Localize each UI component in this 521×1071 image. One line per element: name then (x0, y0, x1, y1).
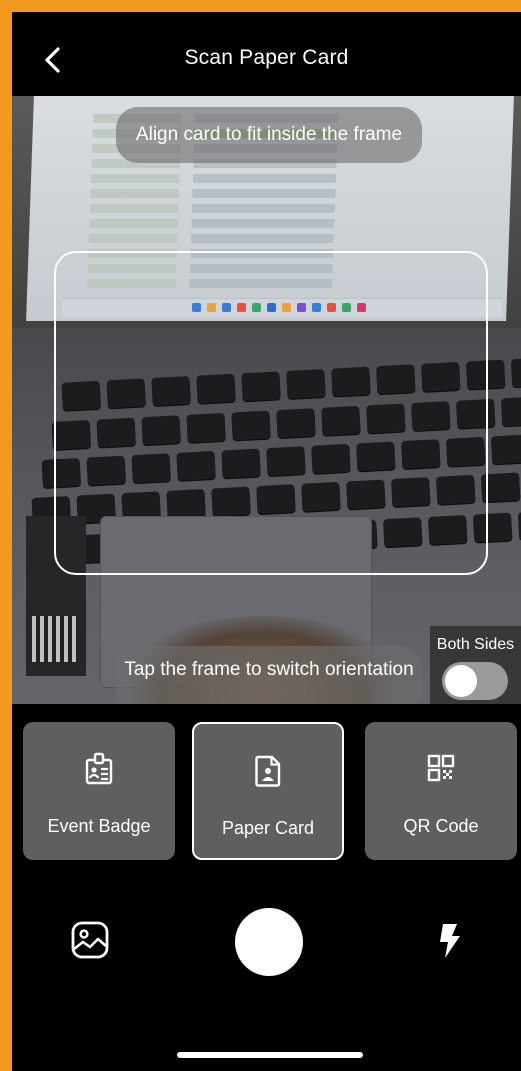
flash-button[interactable] (437, 922, 463, 960)
scan-mode-selector: Event Badge Paper Card QR Code (12, 704, 521, 884)
camera-preview: Align card to fit inside the frame Tap t… (12, 96, 521, 704)
align-hint: Align card to fit inside the frame (116, 107, 422, 163)
both-sides-control: Both Sides (430, 626, 521, 704)
header: Scan Paper Card (12, 12, 521, 96)
mode-event-badge[interactable]: Event Badge (23, 722, 175, 860)
mode-label: QR Code (403, 816, 479, 836)
mode-label: Paper Card (221, 818, 315, 838)
both-sides-toggle[interactable] (442, 662, 508, 700)
badge-icon (85, 752, 113, 785)
both-sides-label: Both Sides (436, 636, 515, 653)
paper-card-icon (255, 755, 281, 787)
mode-qr-code[interactable]: QR Code (365, 722, 517, 860)
qr-code-icon (427, 754, 455, 782)
orientation-hint: Tap the frame to switch orientation (116, 646, 422, 704)
mode-label: Event Badge (47, 816, 151, 836)
mode-paper-card[interactable]: Paper Card (192, 722, 344, 860)
home-indicator (177, 1052, 363, 1058)
toggle-knob (445, 665, 477, 697)
shutter-button[interactable] (235, 908, 303, 976)
phone-screen: Scan Paper Card Align card to fit inside… (12, 12, 521, 1071)
flash-icon (440, 924, 460, 958)
gallery-icon (71, 921, 109, 959)
page-title: Scan Paper Card (184, 46, 349, 69)
scan-frame[interactable] (54, 251, 488, 575)
gallery-button[interactable] (70, 920, 110, 960)
